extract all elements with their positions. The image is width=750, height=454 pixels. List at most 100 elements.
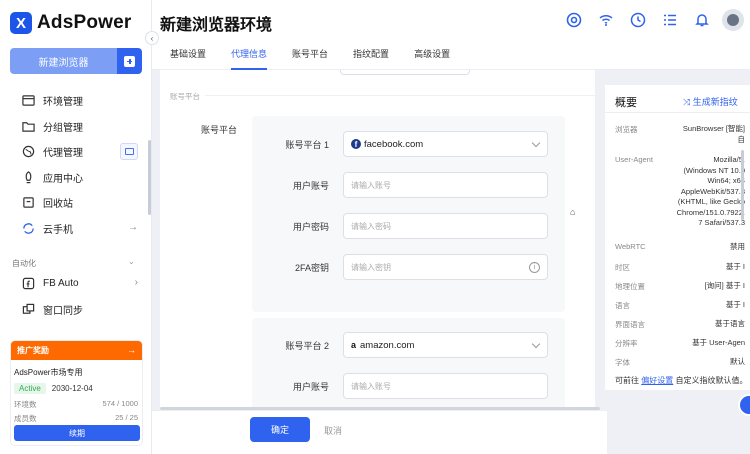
sidebar-scrollbar[interactable] <box>148 140 151 215</box>
member-count-value: 25 / 25 <box>115 413 138 422</box>
summary-value: 基于 User-Agen <box>692 338 745 347</box>
sidebar-item-window-sync[interactable]: 窗口同步 <box>0 297 148 323</box>
cancel-button[interactable]: 取消 <box>324 424 342 437</box>
member-count-row: 成员数 25 / 25 <box>14 413 138 424</box>
summary-value: [询问] 基于 I <box>704 281 745 290</box>
promo-title: AdsPower市场专用 <box>14 368 83 377</box>
stamp-icon[interactable]: ⌂ <box>570 207 580 217</box>
status-badge: Active <box>14 383 46 394</box>
arrow-right-icon: → <box>128 221 138 233</box>
confirm-button[interactable]: 确定 <box>250 417 310 442</box>
summary-value: 基于 I <box>725 262 745 271</box>
previous-field-edge <box>340 70 470 75</box>
summary-value: 基于 I <box>725 300 745 309</box>
platform-select-value: amazon.com <box>360 339 415 351</box>
chevron-down-icon <box>531 339 541 349</box>
tab-account-platform[interactable]: 账号平台 <box>292 40 328 69</box>
env-count-value: 574 / 1000 <box>102 399 138 408</box>
tab-advanced-settings[interactable]: 高级设置 <box>414 40 450 69</box>
twofa-placeholder: 请输入密钥 <box>351 262 391 272</box>
twofa-input[interactable]: 请输入密钥 i <box>343 254 548 280</box>
password-input[interactable]: 请输入密码 <box>343 213 548 239</box>
avatar[interactable] <box>722 9 744 31</box>
sidebar-item-app-center[interactable]: 应用中心 <box>0 165 148 191</box>
header-toolbar <box>553 9 744 31</box>
logo-text: AdsPower <box>37 12 132 33</box>
preferences-link[interactable]: 偏好设置 <box>641 376 673 385</box>
promo-header[interactable]: 推广奖励 → <box>11 341 142 360</box>
quick-create-button[interactable] <box>117 48 142 74</box>
proxy-shop-icon[interactable] <box>120 143 138 160</box>
username-input[interactable]: 请输入账号 <box>343 172 548 198</box>
tiktok-icon[interactable] <box>563 9 585 31</box>
summary-scrollbar[interactable] <box>741 150 744 220</box>
subscription-status-row: Active 2030-12-04 <box>14 383 142 394</box>
username-input[interactable]: 请输入账号 <box>343 373 548 399</box>
platform-row: 账号平台 2 a amazon.com <box>252 332 565 358</box>
avatar-icon <box>727 14 739 26</box>
env-count-label: 环境数 <box>14 400 37 409</box>
summary-key: User-Agent <box>615 155 653 164</box>
chevron-right-icon: › <box>134 277 138 288</box>
summary-panel: 概要 ⤨ 生成新指纹 浏览器 SunBrowser [智能] 自 User-Age… <box>605 85 750 390</box>
tab-fingerprint-config[interactable]: 指纹配置 <box>353 40 389 69</box>
collapse-sidebar-button[interactable]: ‹ <box>145 31 159 45</box>
sidebar-item-env-management[interactable]: 环境管理 <box>0 88 148 114</box>
refresh-icon <box>22 222 35 235</box>
summary-key: WebRTC <box>615 242 646 251</box>
automation-nav: FB Auto › 窗口同步 <box>0 271 148 322</box>
promo-card: 推广奖励 → AdsPower市场专用 Active 2030-12-04 环境… <box>10 340 143 446</box>
preferences-note: 可前往 偏好设置 自定义指纹默认值。 <box>615 375 747 386</box>
username-label: 用户账号 <box>292 382 329 392</box>
sidebar-item-cloud-phone[interactable]: 云手机 → <box>0 216 148 242</box>
generate-fingerprint-label: 生成新指纹 <box>692 97 738 107</box>
tab-proxy-info[interactable]: 代理信息 <box>231 40 268 70</box>
summary-key: 浏览器 <box>615 125 638 134</box>
account-platform-card-2: 账号平台 2 a amazon.com 用户账号 请输入账号 <box>252 318 565 410</box>
window-sync-icon <box>22 303 35 316</box>
env-count-row: 环境数 574 / 1000 <box>14 399 138 410</box>
sidebar-item-fb-auto[interactable]: FB Auto › <box>0 271 148 297</box>
chevron-down-icon <box>531 138 541 148</box>
renew-button[interactable]: 续期 <box>14 425 140 441</box>
platform-label: 账号平台 1 <box>285 140 329 150</box>
sidebar-item-label: FB Auto <box>43 278 79 290</box>
sidebar-item-group-management[interactable]: 分组管理 <box>0 114 148 140</box>
folder-icon <box>22 120 35 133</box>
generate-fingerprint-button[interactable]: ⤨ 生成新指纹 <box>683 95 738 108</box>
clock-icon[interactable] <box>627 9 649 31</box>
automation-section-label: 自动化 <box>12 259 36 268</box>
account-platform-group-label: 账号平台 <box>201 125 238 135</box>
password-label: 用户密码 <box>292 222 329 232</box>
tab-basic-settings[interactable]: 基础设置 <box>170 40 206 69</box>
summary-key: 语言 <box>615 301 630 310</box>
section-divider <box>205 95 595 96</box>
platform-select[interactable]: a amazon.com <box>343 332 548 358</box>
twofa-row: 2FA密钥 请输入密钥 i <box>252 254 565 280</box>
amazon-icon: a <box>351 340 357 350</box>
username-row: 用户账号 请输入账号 <box>252 172 565 198</box>
sidebar-item-recycle-bin[interactable]: 回收站 <box>0 190 148 216</box>
summary-divider <box>605 112 750 113</box>
app-logo[interactable]: X AdsPower <box>10 12 132 34</box>
sidebar-item-label: 窗口同步 <box>43 305 83 317</box>
wifi-icon[interactable] <box>595 9 617 31</box>
sidebar-item-proxy-management[interactable]: 代理管理 <box>0 139 148 165</box>
sidebar-item-label: 分组管理 <box>43 122 83 134</box>
platform-select[interactable]: f facebook.com <box>343 131 548 157</box>
twofa-label: 2FA密钥 <box>294 263 329 273</box>
checklist-icon[interactable] <box>659 9 681 31</box>
summary-value: 禁用 <box>730 242 745 251</box>
new-browser-button[interactable]: 新建浏览器 <box>10 48 117 74</box>
chevron-down-icon[interactable]: ⌄ <box>128 257 135 266</box>
summary-value: Mozilla/5. (Windows NT 10.0 Win64; x64 Appl… <box>676 155 745 227</box>
sidebar: X AdsPower 新建浏览器 环境管理 分组管理 代理管理 应用中心 回收站 <box>0 0 152 454</box>
username-row: 用户账号 请输入账号 <box>252 373 565 399</box>
support-chat-button[interactable] <box>738 394 750 416</box>
bell-icon[interactable] <box>691 9 713 31</box>
summary-value: SunBrowser [智能] 自 <box>682 124 745 144</box>
info-icon[interactable]: i <box>529 262 540 273</box>
note-suffix: 自定义指纹默认值。 <box>675 376 748 385</box>
plus-icon <box>124 55 135 67</box>
username-label: 用户账号 <box>292 181 329 191</box>
